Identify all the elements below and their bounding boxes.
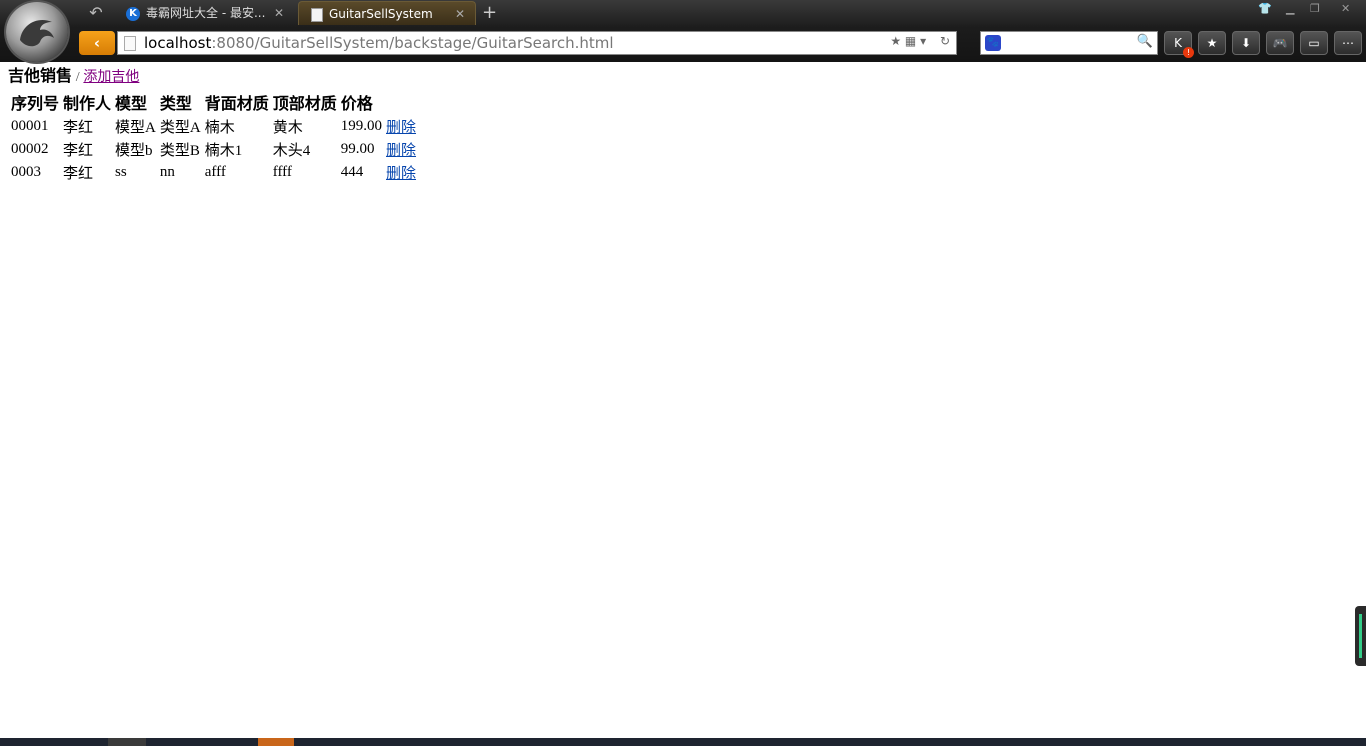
url-text[interactable]: localhost:8080/GuitarSellSystem/backstag…: [144, 32, 614, 54]
reload-icon[interactable]: ↻: [940, 34, 950, 48]
column-header-top-wood: 顶部材质: [272, 96, 337, 113]
cell-top-wood: 木头4: [272, 143, 311, 159]
cell-top-wood: 黄木: [272, 120, 303, 136]
star-icon[interactable]: ★: [1198, 31, 1226, 55]
search-box[interactable]: 🐾 🔍: [980, 31, 1158, 55]
baidu-paw-icon[interactable]: 🐾: [985, 35, 1001, 51]
gamepad-icon[interactable]: 🎮: [1266, 31, 1294, 55]
taskbar: [0, 738, 1366, 746]
close-tab-icon[interactable]: ✕: [274, 1, 284, 25]
cell-builder: 李红: [63, 120, 94, 136]
column-header-model: 模型: [115, 96, 148, 113]
navigation-bar: ‹ localhost:8080/GuitarSellSystem/backst…: [0, 28, 1366, 60]
menu-icon[interactable]: ⋯: [1334, 31, 1362, 55]
url-host: localhost: [144, 34, 212, 52]
cell-model: ss: [115, 164, 127, 180]
new-tab-button[interactable]: +: [482, 2, 497, 23]
cell-model: 模型A: [115, 120, 156, 136]
table-row: 00002 李红 模型b 类型B 楠木1 木头4 99.00 删除: [10, 139, 417, 160]
url-path: :8080/GuitarSellSystem/backstage/GuitarS…: [211, 34, 614, 52]
cell-type: 类型A: [159, 120, 201, 136]
cell-back-wood: 楠木1: [204, 143, 243, 159]
add-guitar-link[interactable]: 添加吉他: [83, 70, 139, 85]
cell-price: 199.00: [340, 118, 382, 134]
column-header-action: [385, 90, 417, 114]
cell-builder: 李红: [63, 166, 94, 182]
dropdown-icon[interactable]: ▾: [920, 34, 926, 48]
url-tools: ★ ▦ ▾ ↻: [890, 34, 950, 48]
table-row: 0003 李红 ss nn afff ffff 444 删除: [10, 162, 417, 183]
table-header-row: 序列号 制作人 模型 类型 背面材质 顶部材质 价格: [10, 90, 417, 114]
minimize-button[interactable]: ▁: [1286, 2, 1294, 15]
tv-icon[interactable]: ▭: [1300, 31, 1328, 55]
tab-guitarsellsystem[interactable]: GuitarSellSystem ✕: [298, 1, 476, 25]
back-button[interactable]: ‹: [79, 31, 115, 55]
column-header-builder: 制作人: [63, 96, 112, 113]
tab-title: GuitarSellSystem: [329, 7, 433, 21]
k-logo-icon: K: [126, 6, 140, 21]
delete-link[interactable]: 删除: [386, 120, 416, 136]
delete-link[interactable]: 删除: [386, 143, 416, 159]
cell-action: 删除: [385, 139, 417, 160]
cell-price: 444: [340, 164, 364, 180]
side-meter-widget[interactable]: [1355, 606, 1366, 666]
cell-builder: 李红: [63, 143, 94, 159]
cell-type: nn: [159, 164, 175, 180]
close-window-button[interactable]: ✕: [1341, 2, 1350, 15]
cell-price: 99.00: [340, 141, 375, 157]
meter-bar: [1359, 614, 1362, 658]
skin-icon[interactable]: 👕: [1258, 2, 1272, 15]
heading-line: 吉他销售 / 添加吉他: [8, 66, 419, 88]
separator: /: [75, 70, 80, 85]
address-bar[interactable]: localhost:8080/GuitarSellSystem/backstag…: [117, 31, 957, 55]
cell-back-wood: 楠木: [204, 120, 235, 136]
delete-link[interactable]: 删除: [386, 166, 416, 182]
tab-duba-nav[interactable]: K 毒霸网址大全 - 最安... ✕: [118, 1, 294, 25]
restore-button[interactable]: ❐: [1310, 2, 1320, 15]
taskbar-item[interactable]: [108, 738, 146, 746]
tab-title: 毒霸网址大全 - 最安...: [146, 6, 266, 20]
table-row: 00001 李红 模型A 类型A 楠木 黄木 199.00 删除: [10, 116, 417, 137]
page-icon: [124, 36, 136, 51]
cell-serial: 0003: [11, 164, 41, 180]
notification-badge: !: [1183, 47, 1194, 58]
cell-serial: 00001: [11, 118, 49, 134]
cell-serial: 00002: [11, 141, 49, 157]
bookmark-star-icon[interactable]: ★: [890, 34, 901, 48]
column-header-back-wood: 背面材质: [204, 96, 269, 113]
undo-close-tab-icon[interactable]: ↶: [86, 4, 106, 22]
taskbar-item[interactable]: [258, 738, 294, 746]
cell-action: 删除: [385, 162, 417, 183]
browser-chrome: ↶ K 毒霸网址大全 - 最安... ✕ GuitarSellSystem ✕ +…: [0, 0, 1366, 62]
cell-action: 删除: [385, 116, 417, 137]
page-icon: [311, 7, 323, 22]
qr-code-icon[interactable]: ▦: [905, 34, 916, 48]
search-icon[interactable]: 🔍: [1137, 34, 1153, 49]
page-content: 吉他销售 / 添加吉他 序列号 制作人 模型 类型 背面材质 顶部材质 价格 0…: [8, 66, 419, 185]
close-tab-icon[interactable]: ✕: [455, 2, 465, 25]
guitar-table: 序列号 制作人 模型 类型 背面材质 顶部材质 价格 00001 李红 模型A …: [8, 88, 419, 185]
k-plugin-icon[interactable]: K!: [1164, 31, 1194, 58]
column-header-serial: 序列号: [11, 96, 60, 113]
column-header-price: 价格: [340, 96, 373, 113]
cell-model: 模型b: [115, 143, 153, 159]
cell-top-wood: ffff: [272, 164, 292, 180]
page-title: 吉他销售: [8, 68, 73, 85]
download-icon[interactable]: ⬇: [1232, 31, 1260, 55]
column-header-type: 类型: [159, 96, 192, 113]
cell-back-wood: afff: [204, 164, 226, 180]
cell-type: 类型B: [159, 143, 200, 159]
